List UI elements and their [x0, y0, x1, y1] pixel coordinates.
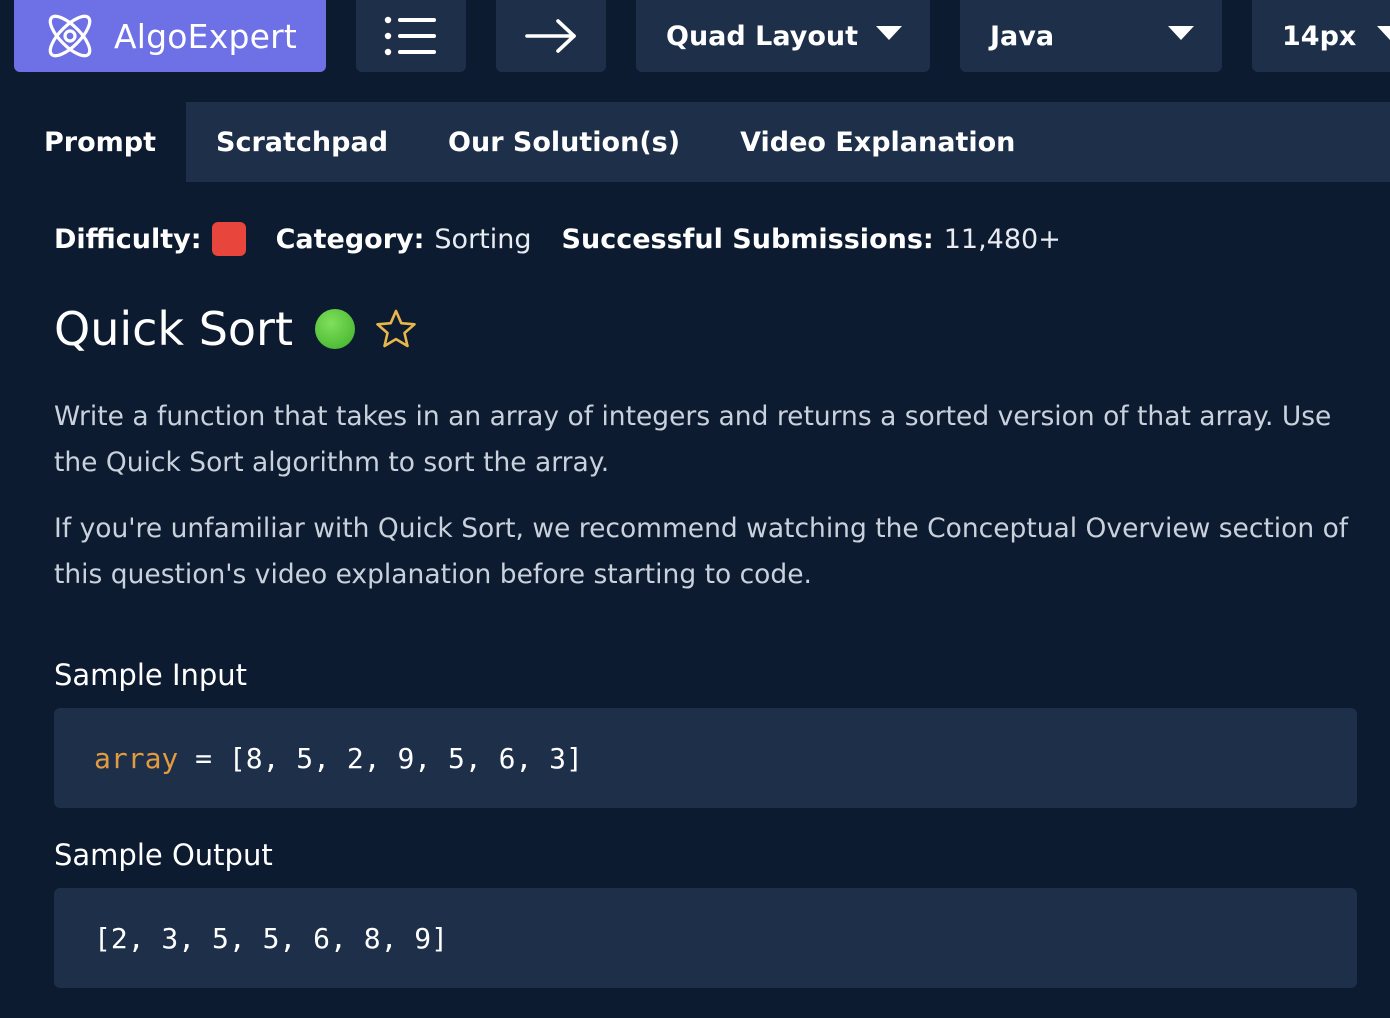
- sample-output-heading: Sample Output: [54, 838, 273, 872]
- font-size-select[interactable]: 14px: [1252, 0, 1390, 72]
- chevron-down-icon: [876, 26, 902, 40]
- tab-video-explanation[interactable]: Video Explanation: [710, 102, 1045, 182]
- tab-label: Video Explanation: [740, 126, 1016, 158]
- algoexpert-logo-button[interactable]: AlgoExpert: [14, 0, 326, 72]
- language-select-value: Java: [990, 20, 1055, 52]
- menu-button[interactable]: [356, 0, 466, 72]
- language-select[interactable]: Java: [960, 0, 1222, 72]
- arrow-right-icon: [525, 19, 576, 53]
- question-meta: Difficulty: Category: Sorting Successful…: [54, 222, 1061, 256]
- category-value: Sorting: [434, 223, 532, 255]
- layout-select[interactable]: Quad Layout: [636, 0, 930, 72]
- code-value: [2, 3, 5, 5, 6, 8, 9]: [94, 921, 449, 955]
- submissions-value: 11,480+: [943, 223, 1061, 255]
- sample-output-code: [2, 3, 5, 5, 6, 8, 9]: [54, 888, 1357, 988]
- code-operator: =: [178, 741, 229, 775]
- brand-name: AlgoExpert: [114, 16, 298, 56]
- chevron-down-icon: [1377, 26, 1390, 40]
- tab-our-solutions[interactable]: Our Solution(s): [418, 102, 710, 182]
- question-title-row: Quick Sort: [54, 302, 417, 356]
- completion-status-dot: [314, 309, 355, 349]
- tab-prompt[interactable]: Prompt: [14, 102, 187, 182]
- category-label: Category:: [275, 223, 425, 255]
- submissions-label: Successful Submissions:: [561, 223, 934, 255]
- chevron-down-icon: [1168, 26, 1194, 40]
- atom-logo-icon: [48, 14, 92, 58]
- tab-label: Scratchpad: [216, 126, 389, 158]
- sample-input-code: array = [8, 5, 2, 9, 5, 6, 3]: [54, 708, 1357, 808]
- prompt-paragraph: Write a function that takes in an array …: [54, 401, 1332, 478]
- list-icon: [384, 16, 436, 56]
- sample-input-heading: Sample Input: [54, 658, 248, 692]
- question-title: Quick Sort: [54, 302, 293, 356]
- tab-scratchpad[interactable]: Scratchpad: [186, 102, 418, 182]
- font-size-select-value: 14px: [1282, 20, 1357, 52]
- prompt-panel: Difficulty: Category: Sorting Successful…: [14, 182, 1390, 1018]
- tab-label: Prompt: [44, 126, 157, 158]
- tab-label: Our Solution(s): [448, 126, 681, 158]
- top-toolbar: AlgoExpert Quad Layout Java 14px: [0, 0, 1390, 72]
- code-value: [8, 5, 2, 9, 5, 6, 3]: [228, 741, 583, 775]
- code-variable: array: [94, 741, 179, 775]
- layout-select-value: Quad Layout: [666, 20, 858, 52]
- question-tabs: Prompt Scratchpad Our Solution(s) Video …: [14, 102, 1390, 182]
- star-outline-icon[interactable]: [375, 308, 417, 350]
- difficulty-label: Difficulty:: [54, 223, 202, 255]
- prompt-paragraph: If you're unfamiliar with Quick Sort, we…: [54, 513, 1349, 590]
- difficulty-badge: [211, 222, 246, 256]
- next-question-button[interactable]: [496, 0, 606, 72]
